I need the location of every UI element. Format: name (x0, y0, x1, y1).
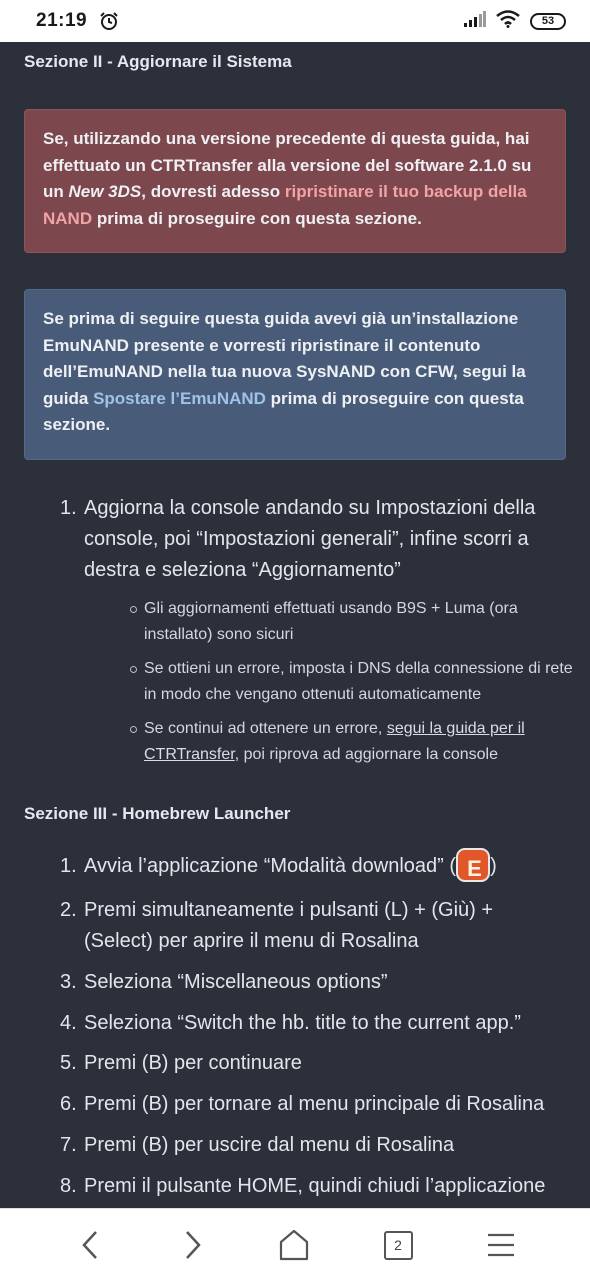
warning-text-2: , dovresti adesso (141, 182, 285, 201)
step-number: 4. (60, 1012, 77, 1034)
step-number: 6. (60, 1093, 77, 1115)
chevron-left-icon (82, 1231, 97, 1259)
tab-count: 2 (383, 1230, 413, 1260)
list-item: 4. Seleziona “Switch the hb. title to th… (60, 1008, 564, 1039)
section-3-heading: Sezione III - Homebrew Launcher (24, 804, 291, 823)
list-item: Se continui ad ottenere un errore, segui… (130, 716, 574, 768)
list-item: 6. Premi (B) per tornare al menu princip… (60, 1089, 574, 1120)
list-item: Gli aggiornamenti effettuati usando B9S … (130, 596, 574, 648)
menu-button[interactable] (485, 1229, 517, 1261)
list-item: 2. Premi simultaneamente i pulsanti (L) … (60, 895, 554, 957)
status-bar: 21:19 53 (0, 0, 590, 42)
signal-icon (464, 10, 486, 32)
note-text-post: , poi riprova ad aggiornare la console (234, 746, 498, 763)
download-play-app-icon: E (456, 847, 491, 882)
list-item: 1. Avvia l’applicazione “Modalità downlo… (60, 847, 564, 882)
step-number: 7. (60, 1134, 77, 1156)
list-item: Se ottieni un errore, imposta i DNS dell… (130, 656, 574, 708)
forward-button[interactable] (177, 1229, 209, 1261)
step-number: 1. (60, 855, 77, 877)
move-emunand-link[interactable]: Spostare l’EmuNAND (93, 389, 266, 408)
tabs-button[interactable]: 2 (382, 1229, 414, 1261)
step-text: Aggiorna la console andando su Impostazi… (84, 497, 536, 581)
step-number: 3. (60, 971, 77, 993)
wifi-icon (496, 9, 520, 33)
info-callout: Se prima di seguire questa guida avevi g… (24, 289, 566, 460)
step-text: Premi simultaneamente i pulsanti (L) + (… (84, 899, 494, 952)
list-item: 5. Premi (B) per continuare (60, 1048, 564, 1079)
list-item: 3. Seleziona “Miscellaneous options” (60, 967, 564, 998)
page-content: Sezione II - Aggiornare il Sistema Se, u… (0, 42, 590, 1208)
note-text-pre: Se continui ad ottenere un errore, (144, 720, 387, 737)
section-2-heading: Sezione II - Aggiornare il Sistema (24, 52, 292, 71)
warning-callout: Se, utilizzando una versione precedente … (24, 109, 566, 253)
battery-indicator: 53 (530, 12, 566, 30)
step-number: 5. (60, 1052, 77, 1074)
alarm-clock-icon (99, 11, 119, 31)
step-text: Avvia l’applicazione “Modalità download”… (84, 855, 457, 877)
step-text: Seleziona “Switch the hb. title to the c… (84, 1012, 521, 1034)
hamburger-menu-icon (488, 1233, 514, 1257)
bullet-icon (130, 666, 137, 673)
home-button[interactable] (278, 1229, 310, 1261)
home-icon (279, 1229, 309, 1261)
chevron-right-icon (186, 1231, 201, 1259)
step-number: 2. (60, 899, 77, 921)
note-text: Se ottieni un errore, imposta i DNS dell… (144, 660, 573, 703)
list-item: 7. Premi (B) per uscire dal menu di Rosa… (60, 1130, 564, 1161)
browser-nav-bar: 2 (0, 1208, 590, 1280)
warning-text-3: prima di proseguire con questa sezione. (92, 208, 422, 228)
list-item: 1. Aggiorna la console andando su Impost… (60, 493, 564, 586)
step-text: Premi (B) per uscire dal menu di Rosalin… (84, 1134, 455, 1156)
list-item: 8. Premi il pulsante HOME, quindi chiudi… (60, 1171, 574, 1202)
back-button[interactable] (74, 1229, 106, 1261)
warning-italic: New 3DS (68, 182, 142, 201)
step-number: 8. (60, 1175, 77, 1197)
status-time: 21:19 (36, 10, 88, 31)
bullet-icon (130, 726, 137, 733)
step-text: Premi (B) per tornare al menu principale… (84, 1093, 545, 1115)
note-text: Gli aggiornamenti effettuati usando B9S … (144, 600, 518, 643)
step-text-close: ) (490, 855, 497, 877)
bullet-icon (130, 606, 137, 613)
step-text: Premi (B) per continuare (84, 1052, 302, 1074)
step-number: 1. (60, 497, 77, 519)
step-text: Seleziona “Miscellaneous options” (84, 971, 388, 993)
step-text: Premi il pulsante HOME, quindi chiudi l’… (84, 1175, 546, 1197)
